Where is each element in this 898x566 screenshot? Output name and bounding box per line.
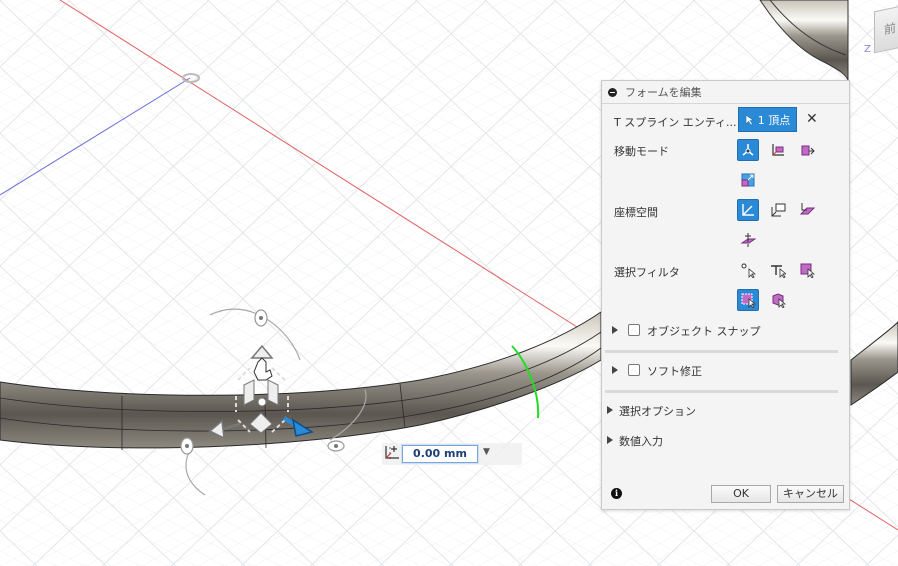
plane-move-icon[interactable] [796, 139, 818, 161]
move-mode-label: 移動モード [614, 145, 669, 158]
panel-title: フォームを編集 [625, 86, 702, 99]
ok-button[interactable]: OK [711, 485, 771, 503]
dimension-dropdown-icon[interactable]: ▼ [483, 447, 490, 457]
view-cube[interactable]: 前 [874, 4, 898, 54]
free-move-icon[interactable] [737, 139, 759, 161]
object-snap-label: オブジェクト スナップ [647, 325, 761, 338]
scale-icon[interactable] [737, 169, 759, 191]
selection-filter-label: 選択フィルタ [614, 266, 680, 279]
expand-soft-modify-icon[interactable] [612, 366, 618, 374]
dimension-input[interactable]: 0.00 mm [402, 445, 478, 463]
view-space-icon[interactable] [767, 199, 789, 221]
body-filter-icon[interactable] [767, 289, 789, 311]
vertex-filter-icon[interactable] [737, 259, 759, 281]
screen-space-icon[interactable] [737, 229, 759, 251]
cursor-arrow-icon [745, 113, 755, 125]
soft-modify-checkbox[interactable] [628, 364, 640, 376]
all-filter-icon[interactable] [737, 289, 759, 311]
coordinate-space-label: 座標空間 [614, 206, 658, 219]
z-axis-label: Z [864, 44, 871, 55]
edit-form-panel: フォームを編集 T スプライン エンティ... 1 頂点 ✕ 移動モード 座標空… [601, 80, 850, 510]
selection-chip[interactable]: 1 頂点 [738, 107, 797, 132]
divider [605, 390, 838, 393]
expand-numeric-input-icon[interactable] [607, 436, 613, 444]
selection-chip-label: 1 頂点 [757, 113, 791, 127]
local-space-icon[interactable] [796, 199, 818, 221]
per-axis-icon[interactable] [767, 139, 789, 161]
info-icon[interactable]: i [611, 488, 622, 499]
world-space-icon[interactable] [737, 199, 759, 221]
expand-object-snap-icon[interactable] [612, 326, 618, 334]
expand-selection-options-icon[interactable] [607, 406, 613, 414]
divider [605, 350, 838, 353]
dimension-toolbar: 0.00 mm ▼ [382, 443, 522, 465]
cancel-button[interactable]: キャンセル [777, 485, 844, 503]
selection-label: T スプライン エンティ... [614, 116, 737, 129]
object-snap-checkbox[interactable] [628, 324, 640, 336]
collapse-icon[interactable] [608, 87, 617, 97]
numeric-input-label[interactable]: 数値入力 [619, 433, 663, 449]
coordinate-triad-icon[interactable] [382, 443, 402, 461]
view-cube-face-label: 前 [883, 20, 896, 38]
soft-modify-label: ソフト修正 [647, 365, 702, 378]
face-filter-icon[interactable] [796, 259, 818, 281]
panel-header[interactable]: フォームを編集 [602, 81, 849, 104]
edge-filter-icon[interactable] [767, 259, 789, 281]
selection-options-label[interactable]: 選択オプション [619, 403, 696, 419]
clear-selection-icon[interactable]: ✕ [806, 112, 818, 126]
